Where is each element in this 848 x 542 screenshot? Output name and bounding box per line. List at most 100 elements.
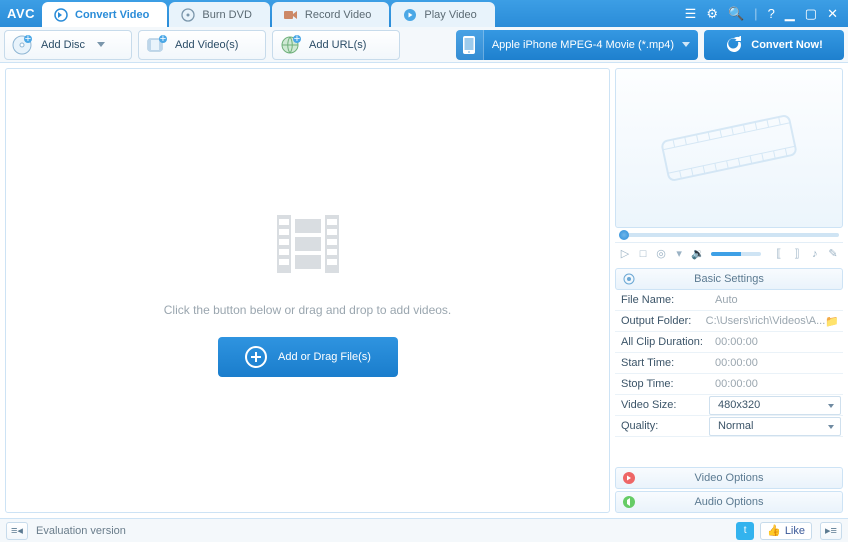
volume-icon[interactable]: 🔉 bbox=[691, 246, 705, 262]
section-label: Video Options bbox=[695, 472, 764, 484]
tab-label: Burn DVD bbox=[202, 9, 252, 21]
button-label: Convert Now! bbox=[751, 39, 823, 51]
button-label: Add URL(s) bbox=[309, 39, 366, 51]
plus-circle-icon bbox=[244, 345, 268, 369]
tab-convert-video[interactable]: Convert Video bbox=[42, 2, 167, 27]
row-video-size: Video Size: 480x320 bbox=[615, 395, 843, 416]
chevron-down-icon bbox=[97, 42, 105, 47]
right-pane: ▷ □ ◎ ▾ 🔉 ⟦ ⟧ ♪ ✎ Basic Settings File Na… bbox=[615, 68, 843, 513]
twitter-button[interactable]: t bbox=[736, 522, 754, 540]
tab-label: Convert Video bbox=[75, 9, 149, 21]
row-stop-time: Stop Time: 00:00:00 bbox=[615, 374, 843, 395]
tab-label: Record Video bbox=[305, 9, 371, 21]
seek-bar[interactable] bbox=[615, 228, 843, 242]
status-text: Evaluation version bbox=[36, 525, 126, 537]
audio-options-header[interactable]: Audio Options bbox=[615, 491, 843, 513]
menu-icon[interactable]: ☰ bbox=[685, 6, 697, 22]
trim-end-icon[interactable]: ⟧ bbox=[791, 246, 803, 262]
prev-page-button[interactable]: ≡◂ bbox=[6, 522, 28, 540]
profile-label: Apple iPhone MPEG-4 Movie (*.mp4) bbox=[492, 39, 674, 51]
filmstrip-icon bbox=[269, 205, 347, 283]
row-output-folder: Output Folder: C:\Users\rich\Videos\A...… bbox=[615, 311, 843, 332]
row-quality: Quality: Normal bbox=[615, 416, 843, 437]
chevron-down-icon[interactable]: ▾ bbox=[673, 246, 685, 262]
button-label: Add Disc bbox=[41, 39, 85, 51]
gear-icon[interactable]: ⚙ bbox=[706, 6, 718, 22]
tab-play-video[interactable]: Play Video bbox=[391, 2, 494, 27]
trim-start-icon[interactable]: ⟦ bbox=[773, 246, 785, 262]
main-tabs: Convert Video Burn DVD Record Video Play… bbox=[42, 0, 685, 27]
preview-panel bbox=[615, 68, 843, 228]
search-icon[interactable]: 🔍 bbox=[728, 6, 744, 22]
row-start-time: Start Time: 00:00:00 bbox=[615, 353, 843, 374]
volume-slider[interactable] bbox=[711, 252, 761, 256]
seek-thumb[interactable] bbox=[619, 230, 629, 240]
window-controls: ☰ ⚙ 🔍 | ? ▁ ▢ ✕ bbox=[685, 0, 848, 27]
value[interactable]: 00:00:00 bbox=[707, 378, 843, 390]
label: File Name: bbox=[615, 294, 707, 306]
play-icon[interactable]: ▷ bbox=[619, 246, 631, 262]
convert-now-button[interactable]: Convert Now! bbox=[704, 30, 844, 60]
tab-burn-dvd[interactable]: Burn DVD bbox=[169, 2, 270, 27]
add-files-button[interactable]: Add or Drag File(s) bbox=[218, 337, 398, 377]
video-options-header[interactable]: Video Options bbox=[615, 467, 843, 489]
facebook-like-button[interactable]: 👍Like bbox=[760, 522, 812, 540]
audio-icon bbox=[622, 495, 636, 509]
basic-settings-header[interactable]: Basic Settings bbox=[615, 268, 843, 290]
label: Output Folder: bbox=[615, 315, 698, 327]
video-add-icon: + bbox=[145, 34, 167, 56]
convert-icon bbox=[54, 8, 68, 22]
separator: | bbox=[754, 6, 757, 21]
value: 00:00:00 bbox=[707, 336, 843, 348]
tab-record-video[interactable]: Record Video bbox=[272, 2, 389, 27]
label: Quality: bbox=[615, 420, 707, 432]
label: Stop Time: bbox=[615, 378, 707, 390]
output-profile-select[interactable]: Apple iPhone MPEG-4 Movie (*.mp4) bbox=[456, 30, 698, 60]
status-bar: ≡◂ Evaluation version t 👍Like ▸≡ bbox=[0, 518, 848, 542]
label: Video Size: bbox=[615, 399, 707, 411]
quality-select[interactable]: Normal bbox=[709, 417, 841, 436]
maximize-icon[interactable]: ▢ bbox=[805, 6, 817, 22]
stop-icon[interactable]: □ bbox=[637, 246, 649, 262]
equalizer-icon[interactable]: ♪ bbox=[809, 246, 821, 262]
add-disc-button[interactable]: + Add Disc bbox=[4, 30, 132, 60]
value[interactable]: Auto bbox=[707, 294, 843, 306]
record-icon bbox=[284, 8, 298, 22]
folder-icon[interactable]: 📁 bbox=[825, 315, 839, 328]
svg-text:+: + bbox=[160, 34, 166, 45]
dropzone-pane[interactable]: Click the button below or drag and drop … bbox=[5, 68, 610, 513]
button-label: Add or Drag File(s) bbox=[278, 351, 371, 363]
title-bar: AVC Convert Video Burn DVD Record Video … bbox=[0, 0, 848, 27]
minimize-icon[interactable]: ▁ bbox=[785, 6, 795, 22]
url-add-icon: + bbox=[279, 34, 301, 56]
value[interactable]: 00:00:00 bbox=[707, 357, 843, 369]
social-buttons: t 👍Like bbox=[736, 522, 812, 540]
edit-icon[interactable]: ✎ bbox=[827, 246, 839, 262]
video-size-select[interactable]: 480x320 bbox=[709, 396, 841, 415]
row-file-name: File Name: Auto bbox=[615, 290, 843, 311]
button-label: Add Video(s) bbox=[175, 39, 238, 51]
section-label: Audio Options bbox=[694, 496, 763, 508]
label: Start Time: bbox=[615, 357, 707, 369]
thumbs-up-icon: 👍 bbox=[767, 524, 781, 537]
tab-label: Play Video bbox=[424, 9, 476, 21]
disc-icon bbox=[181, 8, 195, 22]
add-videos-button[interactable]: + Add Video(s) bbox=[138, 30, 266, 60]
help-icon[interactable]: ? bbox=[768, 6, 775, 21]
toolbar: + Add Disc + Add Video(s) + Add URL(s) A… bbox=[0, 27, 848, 63]
close-icon[interactable]: ✕ bbox=[827, 6, 838, 22]
main-area: Click the button below or drag and drop … bbox=[0, 63, 848, 518]
svg-text:+: + bbox=[294, 34, 300, 45]
svg-text:+: + bbox=[25, 34, 31, 45]
preview-controls: ▷ □ ◎ ▾ 🔉 ⟦ ⟧ ♪ ✎ bbox=[615, 242, 843, 264]
row-all-clip-duration: All Clip Duration: 00:00:00 bbox=[615, 332, 843, 353]
section-label: Basic Settings bbox=[694, 273, 764, 285]
video-icon bbox=[622, 471, 636, 485]
app-logo: AVC bbox=[0, 0, 42, 27]
snapshot-icon[interactable]: ◎ bbox=[655, 246, 667, 262]
phone-icon bbox=[456, 30, 484, 60]
add-urls-button[interactable]: + Add URL(s) bbox=[272, 30, 400, 60]
chevron-down-icon bbox=[682, 42, 690, 47]
next-page-button[interactable]: ▸≡ bbox=[820, 522, 842, 540]
value[interactable]: C:\Users\rich\Videos\A...📁 bbox=[698, 315, 843, 328]
